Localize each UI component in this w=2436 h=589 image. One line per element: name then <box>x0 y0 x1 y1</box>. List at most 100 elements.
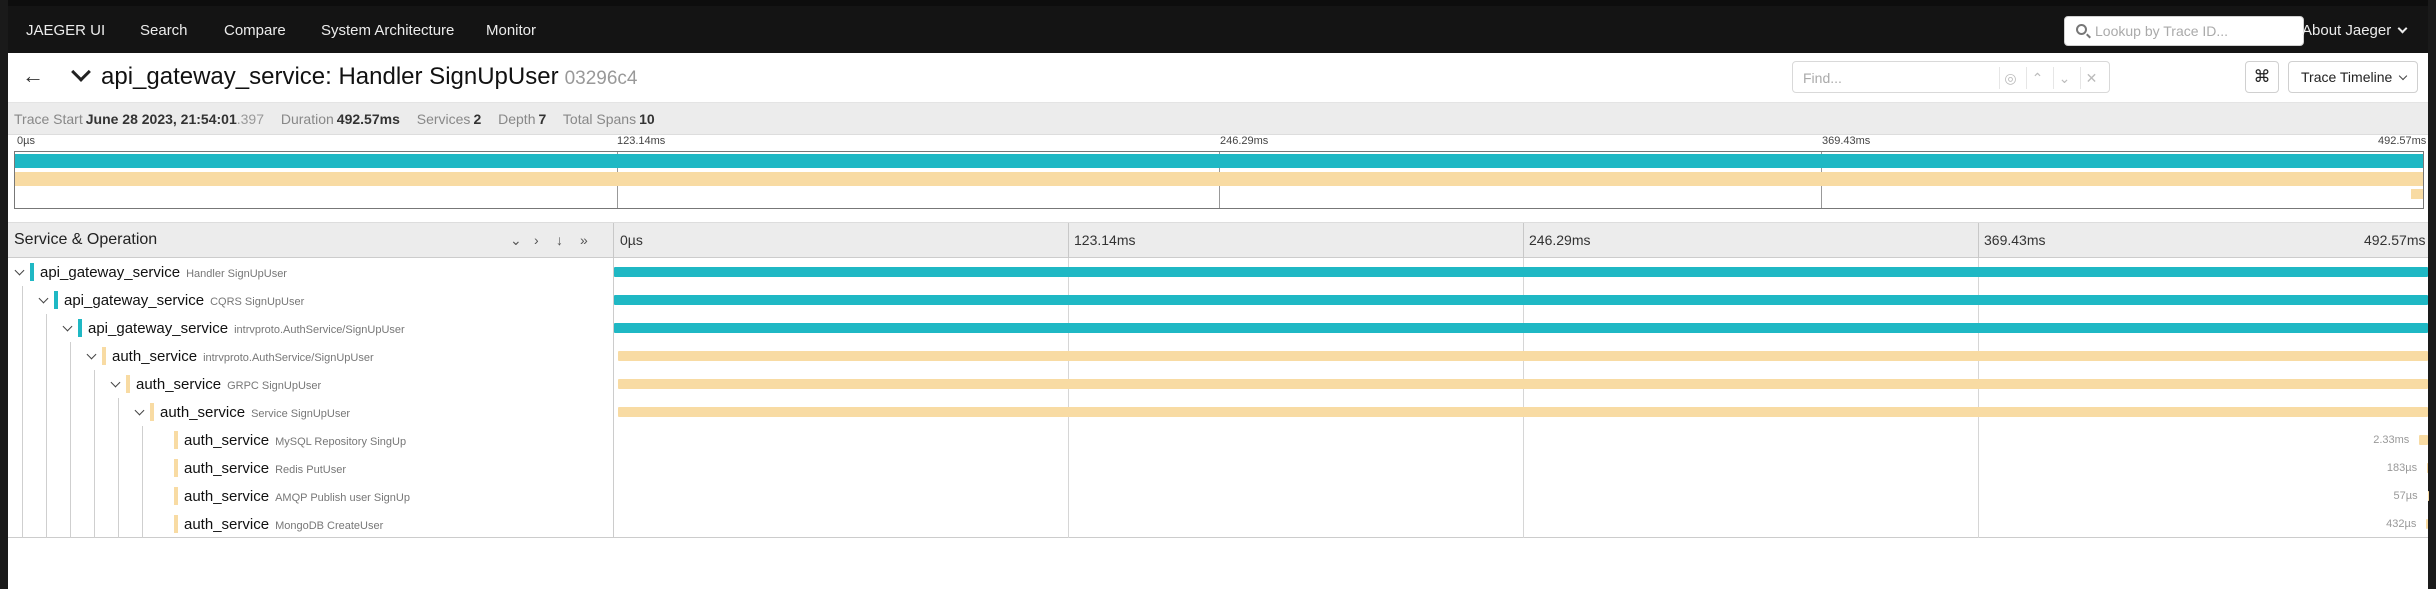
span-label[interactable]: auth_service intrvproto.AuthService/SignU… <box>112 348 374 365</box>
tree-guide-line <box>46 370 47 398</box>
chevron-up-icon[interactable]: ⌃ <box>2026 67 2048 89</box>
service-color-swatch <box>54 291 58 309</box>
timeline-tick: 492.57ms <box>2364 232 2426 248</box>
tree-guide-line <box>94 510 95 538</box>
tree-guide-line <box>118 482 119 510</box>
span-label[interactable]: auth_service MySQL Repository SingUp <box>184 432 406 449</box>
tree-guide-line <box>142 482 143 510</box>
trace-lookup-placeholder: Lookup by Trace ID... <box>2095 23 2229 39</box>
nav-system-architecture[interactable]: System Architecture <box>321 22 454 39</box>
collapse-all-icon[interactable]: ↓ <box>556 232 563 248</box>
tree-guide-line <box>22 482 23 510</box>
view-mode-select[interactable]: Trace Timeline <box>2288 61 2418 93</box>
tree-guide-line <box>70 398 71 426</box>
span-row[interactable]: auth_service AMQP Publish user SignUp 57µs <box>8 482 2428 510</box>
span-row[interactable]: api_gateway_service CQRS SignUpUser <box>8 286 2428 314</box>
chevron-down-icon[interactable] <box>86 349 97 360</box>
trace-lookup-input[interactable]: Lookup by Trace ID... <box>2064 16 2304 46</box>
span-row[interactable]: auth_service MySQL Repository SingUp 2.33m… <box>8 426 2428 454</box>
span-bar[interactable] <box>614 323 2428 333</box>
span-label[interactable]: auth_service Redis PutUser <box>184 460 346 477</box>
minimap-span-bar <box>15 172 2423 186</box>
find-box[interactable]: Find... ◎ ⌃ ⌄ ✕ <box>1792 61 2110 93</box>
timeline-tick: 0µs <box>620 232 643 248</box>
nav-monitor[interactable]: Monitor <box>486 22 536 39</box>
find-input[interactable]: Find... <box>1803 70 1842 86</box>
back-button[interactable]: ← <box>18 62 48 92</box>
chevron-down-icon[interactable] <box>110 377 121 388</box>
span-row[interactable]: api_gateway_service Handler SignUpUser <box>8 258 2428 286</box>
span-bar[interactable] <box>617 351 2428 361</box>
span-bar[interactable] <box>614 267 2428 277</box>
span-row[interactable]: auth_service intrvproto.AuthService/SignU… <box>8 342 2428 370</box>
trace-minimap[interactable]: 0µs 123.14ms 246.29ms 369.43ms 492.57ms <box>14 135 2428 211</box>
service-color-swatch <box>102 347 106 365</box>
tree-guide-line <box>46 314 47 342</box>
chevron-down-icon[interactable]: ⌄ <box>2053 67 2075 89</box>
chevron-down-icon[interactable] <box>38 293 49 304</box>
collapse-one-icon[interactable]: ⌄ <box>510 232 522 249</box>
about-label: About Jaeger <box>2302 22 2392 39</box>
chevron-down-icon[interactable] <box>14 265 25 276</box>
tree-guide-line <box>142 510 143 538</box>
tree-guide-line <box>94 454 95 482</box>
expand-all-icon[interactable]: » <box>580 232 588 248</box>
tree-guide-line <box>46 482 47 510</box>
span-label[interactable]: auth_service MongoDB CreateUser <box>184 516 383 533</box>
span-label[interactable]: api_gateway_service CQRS SignUpUser <box>64 292 304 309</box>
span-bar[interactable] <box>2419 435 2428 445</box>
span-row[interactable]: auth_service Redis PutUser 183µs <box>8 454 2428 482</box>
service-color-swatch <box>174 515 178 533</box>
span-operation-name: GRPC SignUpUser <box>227 380 322 392</box>
jaeger-app: JAEGER UI Search Compare System Architec… <box>0 0 2436 589</box>
minimap-tick: 123.14ms <box>617 135 666 147</box>
tree-guide-line <box>22 454 23 482</box>
minimap-tick: 492.57ms <box>2378 135 2427 147</box>
depth-value: 7 <box>538 111 547 127</box>
span-label[interactable]: auth_service GRPC SignUpUser <box>136 376 321 393</box>
span-label[interactable]: auth_service Service SignUpUser <box>160 404 350 421</box>
span-row[interactable]: auth_service Service SignUpUser <box>8 398 2428 426</box>
span-row[interactable]: api_gateway_service intrvproto.AuthServic… <box>8 314 2428 342</box>
trace-id: 03296c4 <box>564 68 638 89</box>
services-label: Services <box>416 111 471 127</box>
tree-guide-line <box>70 426 71 454</box>
column-divider[interactable] <box>613 223 614 259</box>
span-bar[interactable] <box>614 295 2428 305</box>
span-label[interactable]: api_gateway_service intrvproto.AuthServic… <box>88 320 405 337</box>
span-operation-name: intrvproto.AuthService/SignUpUser <box>203 352 374 364</box>
brand-link[interactable]: JAEGER UI <box>26 22 105 39</box>
timeline-gridline <box>1978 223 1979 259</box>
nav-compare[interactable]: Compare <box>224 22 286 39</box>
span-service-name: auth_service <box>136 376 222 393</box>
span-list: api_gateway_service Handler SignUpUser api… <box>8 258 2428 538</box>
locate-icon[interactable]: ◎ <box>1999 67 2021 89</box>
chevron-down-icon[interactable] <box>62 321 73 332</box>
tree-guide-line <box>142 454 143 482</box>
tree-guide-line <box>22 342 23 370</box>
minimap-canvas[interactable] <box>14 151 2424 209</box>
minimap-span-bar <box>15 154 2423 168</box>
expand-one-icon[interactable]: › <box>534 232 539 248</box>
span-bar[interactable] <box>2426 519 2428 529</box>
tree-guide-line <box>22 510 23 538</box>
nav-search[interactable]: Search <box>140 22 188 39</box>
span-bar[interactable] <box>2427 463 2428 473</box>
chevron-down-icon[interactable] <box>134 405 145 416</box>
keyboard-shortcuts-button[interactable]: ⌘ <box>2245 61 2279 93</box>
span-bar[interactable] <box>617 407 2428 417</box>
about-menu[interactable]: About Jaeger <box>2302 22 2408 39</box>
span-label[interactable]: api_gateway_service Handler SignUpUser <box>40 264 287 281</box>
close-icon[interactable]: ✕ <box>2080 67 2102 89</box>
service-operation-title: Service & Operation <box>14 231 158 248</box>
span-label[interactable]: auth_service AMQP Publish user SignUp <box>184 488 410 505</box>
span-duration: 57µs <box>2393 490 2418 502</box>
service-color-swatch <box>174 431 178 449</box>
span-row[interactable]: auth_service MongoDB CreateUser 432µs <box>8 510 2428 538</box>
span-bar[interactable] <box>617 379 2428 389</box>
trace-start-date: June 28 2023, 21:54:01 <box>85 111 237 127</box>
tree-guide-line <box>70 454 71 482</box>
span-row[interactable]: auth_service GRPC SignUpUser <box>8 370 2428 398</box>
total-spans-value: 10 <box>639 111 655 127</box>
chevron-down-icon[interactable] <box>71 62 91 82</box>
